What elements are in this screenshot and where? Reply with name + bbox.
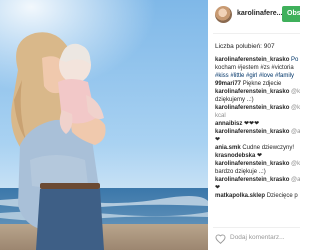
comment-username[interactable]: karolinaferenstein_krasko [215,89,289,95]
list-item: karolinaferenstein_krasko @k [215,105,300,111]
list-item: karolinaferenstein_krasko @k [215,89,300,95]
heart-icon[interactable] [215,234,226,244]
likes-count[interactable]: Liczba polubień: 907 [215,43,275,50]
list-item: bardzo dziękuje ..:) [215,169,266,175]
comment-username[interactable]: matkapolka.sklep [215,193,265,199]
list-item: matkapolka.sklep Dziecięce p [215,193,298,199]
list-item: krasnodebska ❤ [215,153,263,159]
author-username[interactable]: karolinafere... [237,10,283,17]
post-header: karolinafere... Obs [208,0,300,33]
follow-button[interactable]: Obs [282,6,300,22]
post-details-panel: karolinafere... Obs Liczba polubień: 907… [208,0,300,250]
avatar[interactable] [215,6,232,23]
list-item: 99mari77 Piękne zdjecie [215,81,282,87]
list-item: kocham #jestem #zs #victoria [215,65,294,71]
comment-input[interactable]: Dodaj komentarz... [230,234,285,241]
list-item: annaibisz ❤❤❤ [215,121,260,127]
comment-username[interactable]: karolinaferenstein_krasko [215,129,289,135]
comment-username[interactable]: karolinaferenstein_krasko [215,105,289,111]
comments-list: karolinaferenstein_krasko Po kocham #jes… [215,56,300,200]
header-divider [213,33,300,34]
post-footer: Dodaj komentarz... [208,228,300,250]
list-item: #kiss #little #girl #love #family [215,73,295,79]
comment-username[interactable]: krasnodebska [215,153,255,159]
list-item: kcal [215,113,226,119]
list-item: karolinaferenstein_krasko @k [215,161,300,167]
list-item: dziękujemy ..:) [215,97,254,103]
list-item: karolinaferenstein_krasko Po [215,57,299,63]
comment-username[interactable]: annaibisz [215,121,242,127]
list-item: karolinaferenstein_krasko @a [215,129,300,135]
list-item: ❤ [215,185,221,191]
comment-username[interactable]: 99mari77 [215,81,241,87]
comment-username[interactable]: karolinaferenstein_krasko [215,161,289,167]
list-item: karolinaferenstein_krasko @a [215,177,300,183]
comment-username[interactable]: karolinaferenstein_krasko [215,57,289,63]
post-photo[interactable] [0,0,208,250]
list-item: ❤ [215,137,221,143]
comment-username[interactable]: karolinaferenstein_krasko [215,177,289,183]
photo-image [0,0,208,250]
comment-username[interactable]: ania.smk [215,145,241,151]
list-item: ania.smk Cudne dziewczyny! [215,145,295,151]
